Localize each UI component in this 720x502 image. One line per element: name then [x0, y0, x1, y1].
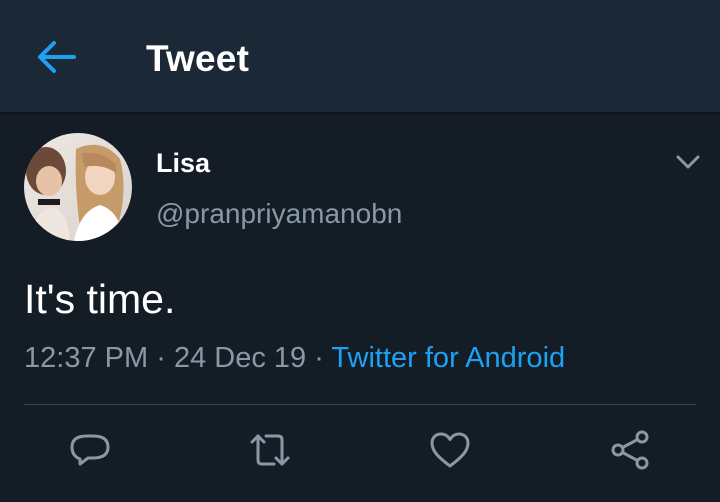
reply-bubble-icon	[70, 434, 110, 466]
author-handle[interactable]: @pranpriyamanobn	[156, 198, 402, 230]
like-button[interactable]	[428, 428, 472, 472]
meta-separator: ·	[156, 342, 166, 374]
tweet-date: 24 Dec 19	[173, 342, 307, 374]
tweet-text: It's time.	[24, 276, 176, 322]
reply-button[interactable]	[68, 428, 112, 472]
app-header: Tweet	[0, 0, 720, 112]
tweet-source-link[interactable]: Twitter for Android	[331, 342, 565, 374]
share-icon	[611, 430, 649, 470]
back-button[interactable]	[30, 36, 80, 78]
retweet-button[interactable]	[248, 428, 292, 472]
avatar[interactable]	[24, 133, 132, 241]
author-display-name[interactable]: Lisa	[156, 148, 210, 179]
meta-separator: ·	[314, 342, 324, 374]
tweet-options-button[interactable]	[670, 146, 706, 180]
avatar-photo	[24, 133, 132, 241]
share-button[interactable]	[608, 428, 652, 472]
tweet-time: 12:37 PM	[24, 342, 149, 374]
page-title: Tweet	[146, 38, 250, 79]
chevron-down-icon	[676, 155, 700, 169]
heart-icon	[430, 432, 470, 468]
tweet-meta: 12:37 PM · 24 Dec 19 · Twitter for Andro…	[24, 342, 565, 375]
retweet-icon	[250, 434, 290, 466]
divider	[24, 404, 696, 405]
arrow-left-icon	[38, 41, 76, 73]
